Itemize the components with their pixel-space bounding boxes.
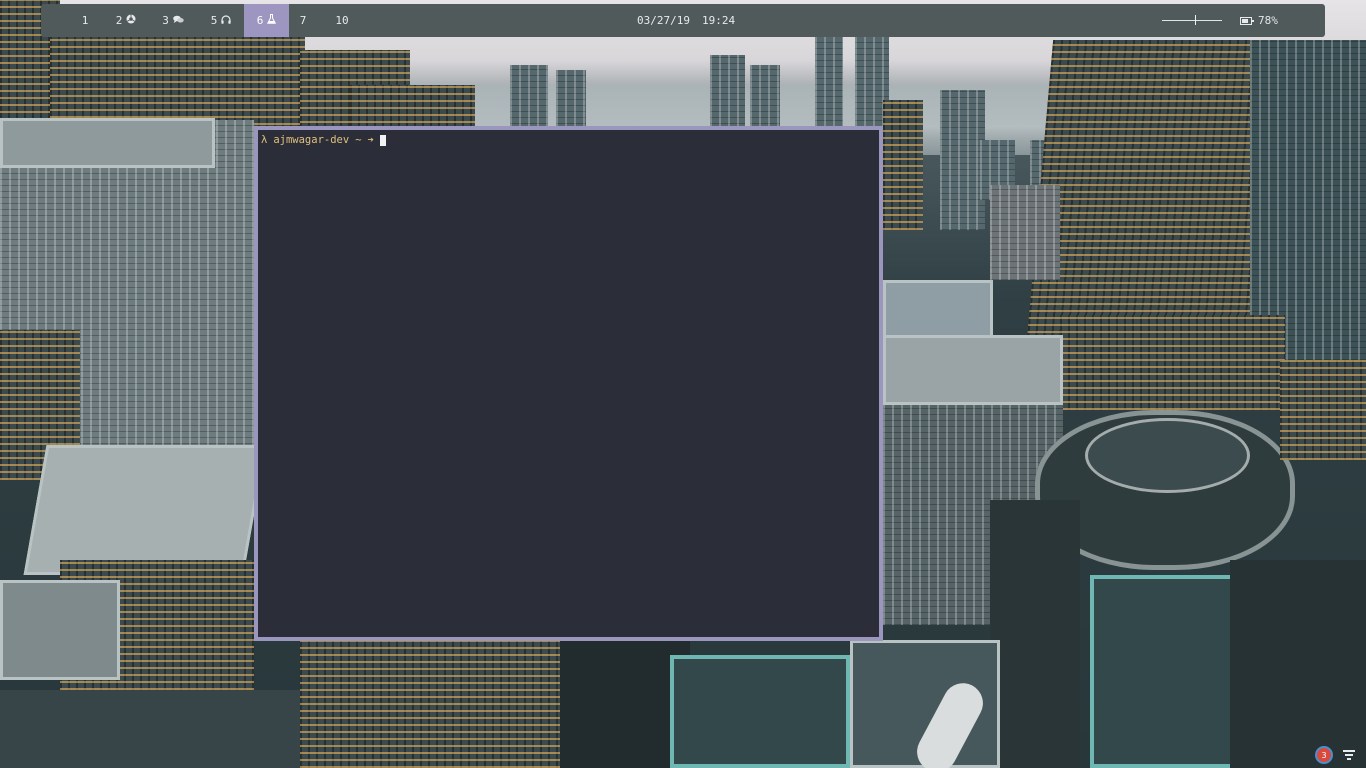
chat-icon: [173, 15, 184, 27]
headphones-icon: [221, 14, 231, 27]
wallpaper-rooftop: [23, 445, 267, 575]
workspace-label: 10: [335, 14, 349, 27]
wallpaper-building: [300, 640, 560, 768]
prompt-hostname: ajmwagar-dev: [273, 134, 350, 146]
terminal-prompt: λ ajmwagar-dev ~ ➔: [261, 134, 386, 146]
wallpaper-building: [556, 70, 586, 130]
wallpaper-tower-lit: [1026, 40, 1279, 340]
date-text: 03/27/19: [637, 14, 690, 27]
wallpaper-building: [750, 65, 780, 130]
clock[interactable]: 03/27/19 19:24: [637, 4, 735, 37]
wallpaper-rooftop: [670, 655, 850, 768]
wallpaper-dome-top: [1085, 418, 1250, 493]
volume-slider-handle[interactable]: [1195, 15, 1196, 25]
wallpaper-building: [1280, 360, 1366, 460]
battery-percent: 78%: [1258, 14, 1278, 27]
battery-icon: [1240, 16, 1254, 25]
wallpaper-street: [990, 500, 1080, 768]
wallpaper-building: [815, 37, 843, 127]
menu-icon[interactable]: [1343, 750, 1355, 760]
wallpaper-building: [1060, 315, 1285, 410]
wallpaper-rooftop: [0, 118, 215, 168]
wallpaper-building: [990, 185, 1060, 280]
workspace-10[interactable]: 10: [329, 4, 355, 37]
workspace-2[interactable]: 2: [108, 4, 144, 37]
workspace-label: 3: [162, 14, 169, 27]
wallpaper-building: [710, 55, 745, 130]
wallpaper-building: [1250, 40, 1366, 360]
workspace-label: 7: [299, 14, 307, 27]
time-text: 19:24: [701, 14, 736, 27]
workspace-label: 1: [81, 14, 89, 27]
wallpaper-rooftop: [0, 580, 120, 680]
chrome-icon: [126, 14, 136, 27]
prompt-lambda: λ: [261, 134, 268, 146]
wallpaper-building: [883, 100, 923, 230]
text-cursor: [379, 134, 386, 146]
wallpaper-rooftop: [883, 335, 1063, 405]
workspace-1[interactable]: 1: [72, 4, 98, 37]
top-status-bar: 1 2 3 5 6 7 10 03/27/19 19:24 78%: [41, 4, 1325, 37]
battery-indicator: 78%: [1240, 4, 1278, 37]
wallpaper-building: [350, 85, 475, 130]
wallpaper-building: [1230, 560, 1366, 768]
workspace-7[interactable]: 7: [293, 4, 313, 37]
prompt-cwd: ~: [355, 134, 362, 146]
workspace-label: 6: [256, 14, 264, 27]
wallpaper-rooftop: [883, 280, 993, 340]
notification-count: 3: [1321, 750, 1327, 760]
wallpaper-building: [510, 65, 548, 130]
workspace-label: 5: [210, 14, 218, 27]
workspace-label: 2: [115, 14, 123, 27]
workspace-6[interactable]: 6: [244, 4, 289, 37]
prompt-arrow: ➔: [367, 134, 374, 146]
notification-badge-icon[interactable]: 3: [1317, 748, 1331, 762]
volume-slider[interactable]: [1162, 20, 1222, 21]
terminal-window[interactable]: λ ajmwagar-dev ~ ➔: [254, 126, 883, 641]
workspace-5[interactable]: 5: [203, 4, 239, 37]
wallpaper-building: [940, 90, 985, 230]
workspace-3[interactable]: 3: [155, 4, 191, 37]
flask-icon: [267, 14, 277, 27]
